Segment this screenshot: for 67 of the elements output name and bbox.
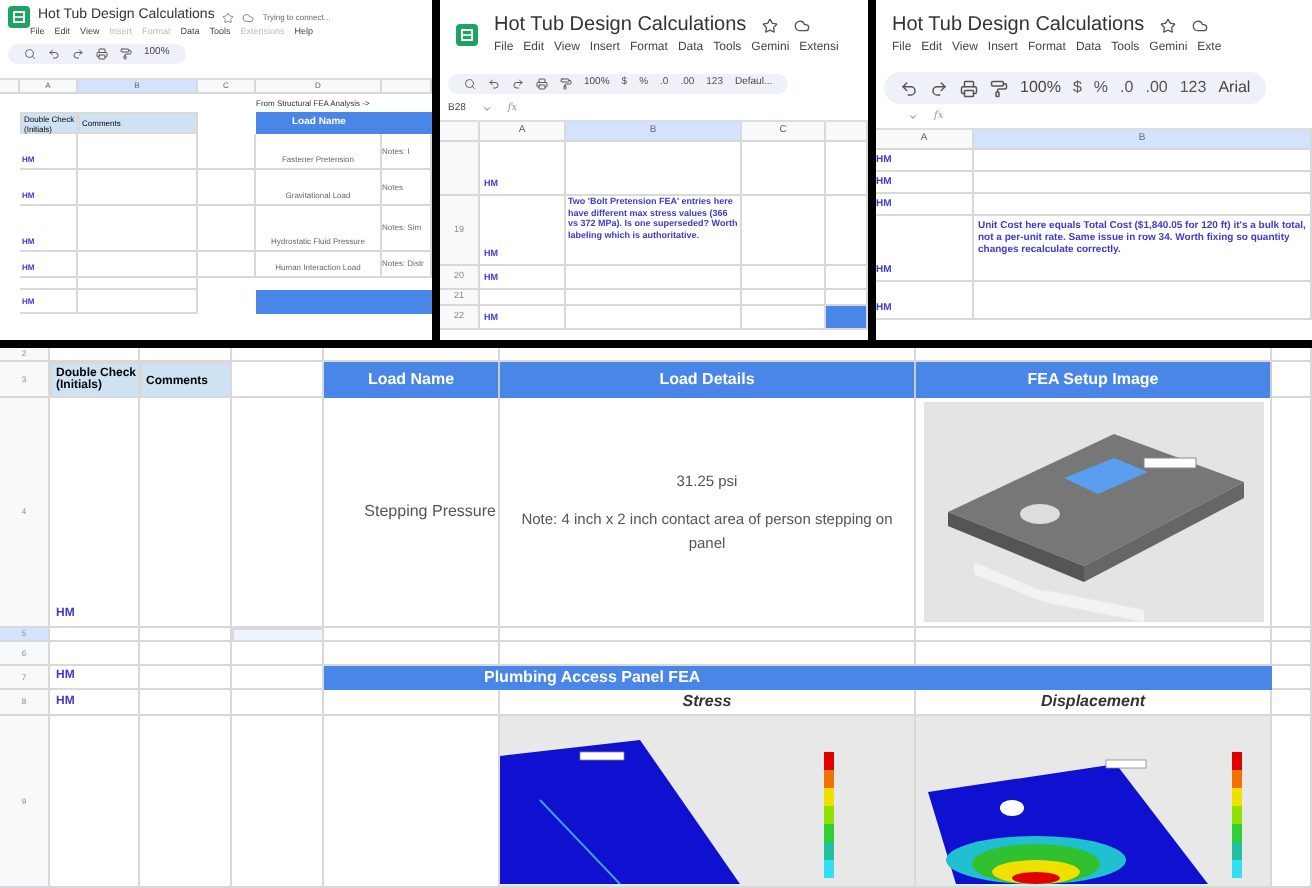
font-dropdown[interactable]: Arial xyxy=(1218,76,1251,100)
section-heading: Plumbing Access Panel FEA xyxy=(324,666,1272,690)
table-cell xyxy=(742,196,826,266)
table-heading: FEA Setup Image xyxy=(916,362,1272,398)
zoom-dropdown[interactable]: 100% xyxy=(1020,76,1061,100)
table-cell xyxy=(826,266,868,290)
table-cell xyxy=(140,690,232,716)
cloud-icon[interactable] xyxy=(794,17,811,33)
table-cell xyxy=(742,142,826,196)
format-button[interactable]: 123 xyxy=(1179,76,1207,100)
table-cell xyxy=(1272,642,1312,666)
cloud-icon[interactable] xyxy=(1192,17,1209,33)
redo-icon[interactable] xyxy=(512,78,524,90)
document-title: Hot Tub Design Calculations xyxy=(892,12,1145,40)
table-cell xyxy=(140,666,232,690)
dropdown-caret-icon[interactable] xyxy=(481,104,492,114)
search-icon[interactable] xyxy=(464,78,476,90)
table-cell xyxy=(140,642,232,666)
table-cell xyxy=(1272,690,1312,716)
print-icon[interactable] xyxy=(960,79,978,97)
format-button[interactable]: % xyxy=(1093,76,1109,100)
paint-format-icon[interactable] xyxy=(990,79,1008,97)
table-cell: Stepping Pressure xyxy=(324,398,500,628)
table-cell xyxy=(742,266,826,290)
cloud-icon[interactable] xyxy=(242,11,255,23)
table-cell xyxy=(50,642,140,666)
table-cell xyxy=(198,252,256,278)
table-cell xyxy=(78,170,198,206)
print-icon[interactable] xyxy=(536,78,548,90)
search-icon[interactable] xyxy=(24,48,36,60)
section-bar xyxy=(826,306,868,330)
undo-icon[interactable] xyxy=(488,78,500,90)
table-cell xyxy=(78,252,198,278)
table-cell xyxy=(1272,362,1312,398)
undo-icon[interactable] xyxy=(48,48,60,60)
table-heading: Load Details xyxy=(500,362,916,398)
document-title: Hot Tub Design Calculations xyxy=(494,12,747,40)
dropdown-caret-icon[interactable] xyxy=(908,112,918,122)
color-scale-legend xyxy=(824,752,834,878)
print-icon[interactable] xyxy=(96,48,108,60)
spreadsheet-logo-icon xyxy=(456,23,478,45)
format-button[interactable]: .0 xyxy=(1120,76,1134,100)
table-cell xyxy=(826,196,868,266)
format-button[interactable]: $ xyxy=(1072,76,1082,100)
star-icon[interactable] xyxy=(1160,17,1177,33)
undo-icon[interactable] xyxy=(900,79,918,97)
table-cell xyxy=(78,290,198,314)
format-button[interactable]: .00 xyxy=(1145,76,1168,100)
redo-icon[interactable] xyxy=(930,79,948,97)
table-cell xyxy=(232,642,324,666)
redo-icon[interactable] xyxy=(72,48,84,60)
table-cell xyxy=(826,142,868,196)
paint-format-icon[interactable] xyxy=(560,78,572,90)
color-scale-legend xyxy=(1232,752,1242,878)
table-cell xyxy=(198,134,256,170)
table-cell xyxy=(198,170,256,206)
spreadsheet-logo-icon xyxy=(8,6,30,28)
table-cell xyxy=(232,690,324,716)
table-cell xyxy=(78,206,198,252)
star-icon[interactable] xyxy=(222,11,235,23)
paint-format-icon[interactable] xyxy=(120,48,132,60)
table-cell xyxy=(1272,666,1312,690)
table-cell xyxy=(78,134,198,170)
table-heading: Load Name xyxy=(324,362,500,398)
table-cell xyxy=(198,206,256,252)
star-icon[interactable] xyxy=(762,17,779,33)
selected-cell[interactable] xyxy=(232,628,324,642)
